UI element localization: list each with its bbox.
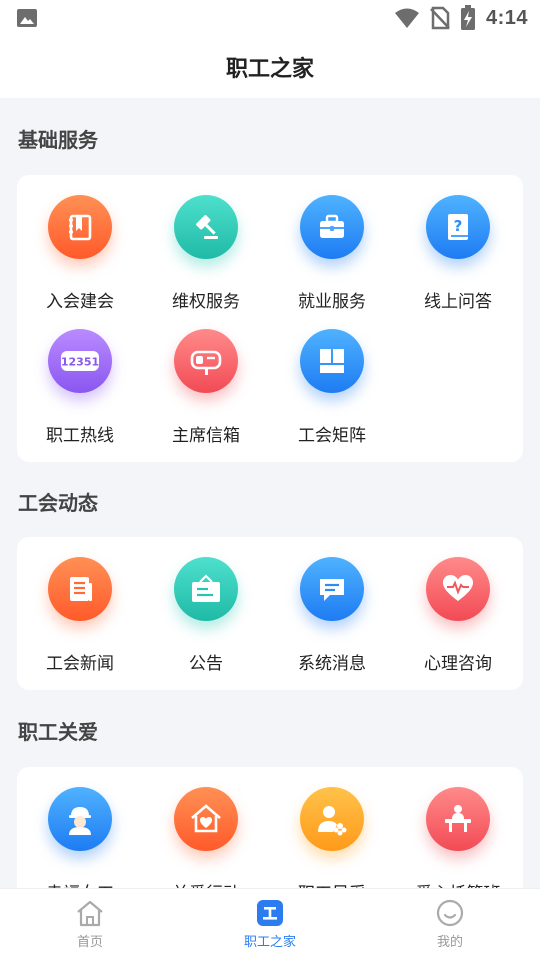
profile-smile-icon [436, 899, 464, 927]
matrix-grid-icon [300, 329, 364, 393]
home-icon [77, 900, 103, 927]
childcare-desk-icon [426, 787, 490, 851]
heart-house-icon [174, 787, 238, 851]
bottom-tab-bar: 首页 职工之家 我的 [0, 888, 540, 960]
grid-item-label: 职工热线 [46, 426, 114, 446]
app-header: 职工之家 [0, 36, 540, 98]
grid-item-system-messages[interactable]: 系统消息 [269, 537, 395, 674]
briefcase-icon [300, 195, 364, 259]
question-book-icon: ? [426, 195, 490, 259]
hotline-number-text: 12351 [61, 356, 99, 369]
grid-item-happy-female-workers[interactable]: 幸福女工 [17, 767, 143, 888]
page-title: 职工之家 [225, 57, 314, 82]
grid-item-label: 职工风采 [269, 879, 395, 888]
grid-item-label: 线上问答 [424, 292, 492, 312]
content-scroll-area[interactable]: 基础服务 入会建会 维权服务 就业服务 ? 线上问答 12351 职工热线 主席… [0, 98, 540, 888]
status-time: 4:14 [485, 6, 528, 29]
gavel-icon [174, 195, 238, 259]
no-sim-icon [430, 6, 450, 30]
tab-label: 职工之家 [243, 935, 296, 950]
mailbox-icon [174, 329, 238, 393]
grid-item-label: 工会矩阵 [298, 426, 366, 446]
newspaper-icon [48, 557, 112, 621]
basic-services-card: 入会建会 维权服务 就业服务 ? 线上问答 12351 职工热线 主席信箱 工会… [17, 175, 523, 462]
grid-item-union-matrix[interactable]: 工会矩阵 [269, 309, 395, 446]
membership-book-icon [48, 195, 112, 259]
gallery-notification-icon [17, 9, 37, 27]
notice-board-icon [174, 557, 238, 621]
hotline-12351-icon: 12351 [48, 329, 112, 393]
grid-item-announcement[interactable]: 公告 [143, 537, 269, 674]
grid-item-care-action[interactable]: 关爱行动 [143, 767, 269, 888]
grid-item-psych-counseling[interactable]: 心理咨询 [395, 537, 521, 674]
grid-item-join-union[interactable]: 入会建会 [17, 175, 143, 312]
section-title-basic-services: 基础服务 [18, 128, 98, 152]
grid-item-union-news[interactable]: 工会新闻 [17, 537, 143, 674]
worker-showcase-icon [300, 787, 364, 851]
section-title-union-news: 工会动态 [18, 491, 98, 515]
female-worker-icon [48, 787, 112, 851]
workers-home-icon [257, 900, 283, 926]
wifi-icon [394, 8, 419, 28]
svg-text:?: ? [454, 217, 463, 235]
grid-item-worker-showcase[interactable]: 职工风采 [269, 767, 395, 888]
section-title-worker-care: 职工关爱 [18, 720, 98, 744]
grid-item-childcare-class[interactable]: 爱心托管班 [395, 767, 521, 888]
status-bar: 4:14 [0, 0, 540, 36]
grid-item-employment[interactable]: 就业服务 [269, 175, 395, 312]
grid-item-worker-hotline[interactable]: 12351 职工热线 [17, 309, 143, 446]
union-news-card: 工会新闻 公告 系统消息 心理咨询 [17, 537, 523, 690]
grid-item-label: 爱心托管班 [395, 879, 521, 888]
grid-item-label: 公告 [189, 654, 223, 674]
grid-item-label: 工会新闻 [46, 654, 114, 674]
grid-item-rights-protection[interactable]: 维权服务 [143, 175, 269, 312]
grid-item-label: 系统消息 [298, 654, 366, 674]
grid-item-label: 心理咨询 [424, 654, 492, 674]
grid-item-label: 主席信箱 [172, 426, 240, 446]
grid-item-online-qa[interactable]: ? 线上问答 [395, 175, 521, 312]
worker-care-card: 幸福女工 关爱行动 职工风采 爱心托管班 [17, 767, 523, 888]
tab-workers-home[interactable]: 职工之家 [180, 889, 360, 960]
battery-charging-icon [460, 5, 475, 30]
tab-home[interactable]: 首页 [0, 889, 180, 960]
tab-label: 首页 [76, 935, 103, 950]
tab-label: 我的 [436, 935, 463, 950]
tab-mine[interactable]: 我的 [360, 889, 540, 960]
heart-pulse-icon [426, 557, 490, 621]
grid-item-chairman-mailbox[interactable]: 主席信箱 [143, 309, 269, 446]
grid-item-label: 关爱行动 [143, 879, 269, 888]
message-bubble-icon [300, 557, 364, 621]
grid-item-label: 幸福女工 [17, 879, 143, 888]
